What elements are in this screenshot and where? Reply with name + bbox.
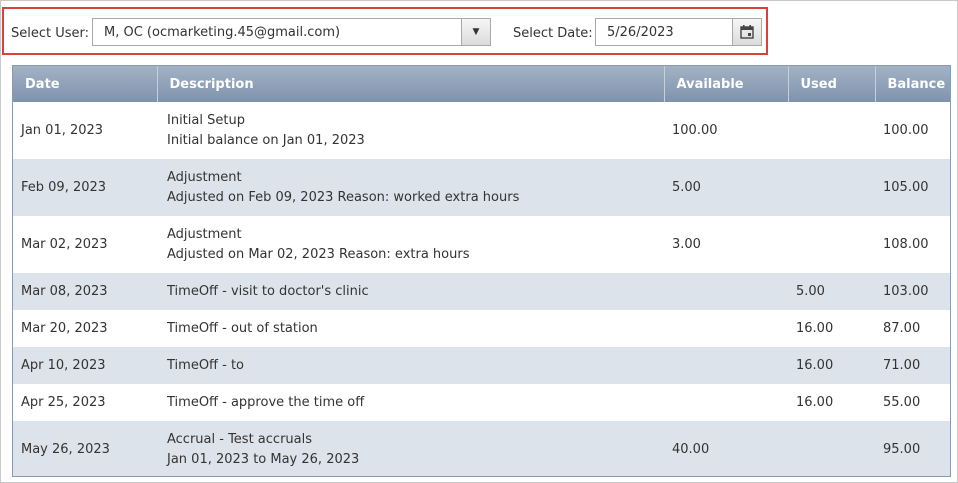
balance-table: Date Description Available Used Balance …: [12, 65, 951, 477]
cell-available: [664, 347, 788, 384]
cell-available: [664, 273, 788, 310]
cell-used: 16.00: [796, 321, 834, 336]
cell-used: [788, 216, 875, 273]
cell-available: [664, 310, 788, 347]
cell-date: May 26, 2023: [13, 421, 157, 476]
table-row[interactable]: Feb 09, 2023 Adjustment Adjusted on Feb 0…: [13, 159, 950, 216]
cell-used: [788, 102, 875, 159]
description-title: Adjustment: [167, 169, 242, 185]
cell-used: [788, 159, 875, 216]
cell-used: 5.00: [788, 273, 875, 310]
cell-description: Adjustment Adjusted on Mar 02, 2023 Reaso…: [157, 216, 664, 273]
cell-available: 5.00: [664, 159, 788, 216]
table-row[interactable]: Mar 08, 2023 TimeOff - visit to doctor's…: [13, 273, 950, 310]
date-picker: [595, 18, 762, 46]
cell-available: [664, 384, 788, 421]
table-row[interactable]: Apr 25, 2023 TimeOff - approve the time …: [13, 384, 950, 421]
calendar-icon[interactable]: [732, 19, 761, 45]
user-dropdown[interactable]: M, OC (ocmarketing.45@gmail.com) ▼: [92, 18, 491, 46]
cell-available: 40.00: [664, 421, 788, 476]
header-used[interactable]: Used: [788, 66, 876, 102]
cell-description: Initial Setup Initial balance on Jan 01, …: [157, 102, 664, 159]
cell-description: Adjustment Adjusted on Feb 09, 2023 Reaso…: [157, 159, 664, 216]
cell-date: Apr 25, 2023: [21, 395, 106, 410]
description-detail: Adjusted on Mar 02, 2023 Reason: extra h…: [167, 246, 470, 262]
cell-date: Mar 02, 2023: [21, 237, 108, 252]
cell-description: TimeOff - to: [157, 347, 664, 384]
description-title: Initial Setup: [167, 112, 245, 128]
cell-balance: 103.00: [875, 273, 950, 310]
filter-panel: Select User: M, OC (ocmarketing.45@gmail…: [2, 7, 768, 55]
cell-balance: 105.00: [875, 159, 950, 216]
description-title: Adjustment: [167, 226, 242, 242]
header-available[interactable]: Available: [664, 66, 789, 102]
cell-date: Jan 01, 2023: [21, 123, 104, 138]
select-date-label: Select Date:: [513, 26, 593, 41]
user-dropdown-value: M, OC (ocmarketing.45@gmail.com): [104, 25, 341, 40]
cell-used: 16.00: [796, 395, 834, 410]
description-detail: Initial balance on Jan 01, 2023: [167, 132, 365, 148]
table-row[interactable]: Mar 20, 2023 TimeOff - out of station 16…: [13, 310, 950, 347]
cell-available: 3.00: [672, 237, 701, 252]
header-balance[interactable]: Balance: [875, 66, 950, 102]
header-description[interactable]: Description: [157, 66, 665, 102]
cell-balance: 100.00: [883, 123, 929, 138]
cell-balance: 87.00: [883, 321, 921, 336]
date-input[interactable]: [596, 19, 732, 45]
cell-balance: 55.00: [883, 395, 921, 410]
description-title: Accrual - Test accruals: [167, 431, 313, 447]
table-row[interactable]: Apr 10, 2023 TimeOff - to 16.00 71.00: [13, 347, 950, 384]
table-row[interactable]: Jan 01, 2023 Initial Setup Initial balanc…: [13, 102, 950, 159]
cell-balance: 108.00: [883, 237, 929, 252]
cell-description: TimeOff - out of station: [167, 320, 318, 336]
cell-balance: 95.00: [875, 421, 950, 476]
cell-date: Apr 10, 2023: [13, 347, 157, 384]
cell-used: 16.00: [788, 347, 875, 384]
table-row[interactable]: May 26, 2023 Accrual - Test accruals Jan …: [13, 421, 950, 476]
cell-description: TimeOff - visit to doctor's clinic: [157, 273, 664, 310]
cell-used: [788, 421, 875, 476]
table-header-row: Date Description Available Used Balance: [13, 66, 950, 102]
table-row[interactable]: Mar 02, 2023 Adjustment Adjusted on Mar 0…: [13, 216, 950, 273]
cell-date: Feb 09, 2023: [13, 159, 157, 216]
cell-balance: 71.00: [875, 347, 950, 384]
cell-date: Mar 08, 2023: [13, 273, 157, 310]
cell-description: Accrual - Test accruals Jan 01, 2023 to M…: [157, 421, 664, 476]
description-detail: Adjusted on Feb 09, 2023 Reason: worked …: [167, 189, 520, 205]
dropdown-arrow-icon[interactable]: ▼: [461, 19, 490, 45]
cell-date: Mar 20, 2023: [21, 321, 108, 336]
cell-available: 100.00: [672, 123, 718, 138]
header-date[interactable]: Date: [13, 66, 158, 102]
cell-description: TimeOff - approve the time off: [167, 394, 365, 410]
description-detail: Jan 01, 2023 to May 26, 2023: [167, 451, 360, 467]
select-user-label: Select User:: [11, 26, 90, 41]
